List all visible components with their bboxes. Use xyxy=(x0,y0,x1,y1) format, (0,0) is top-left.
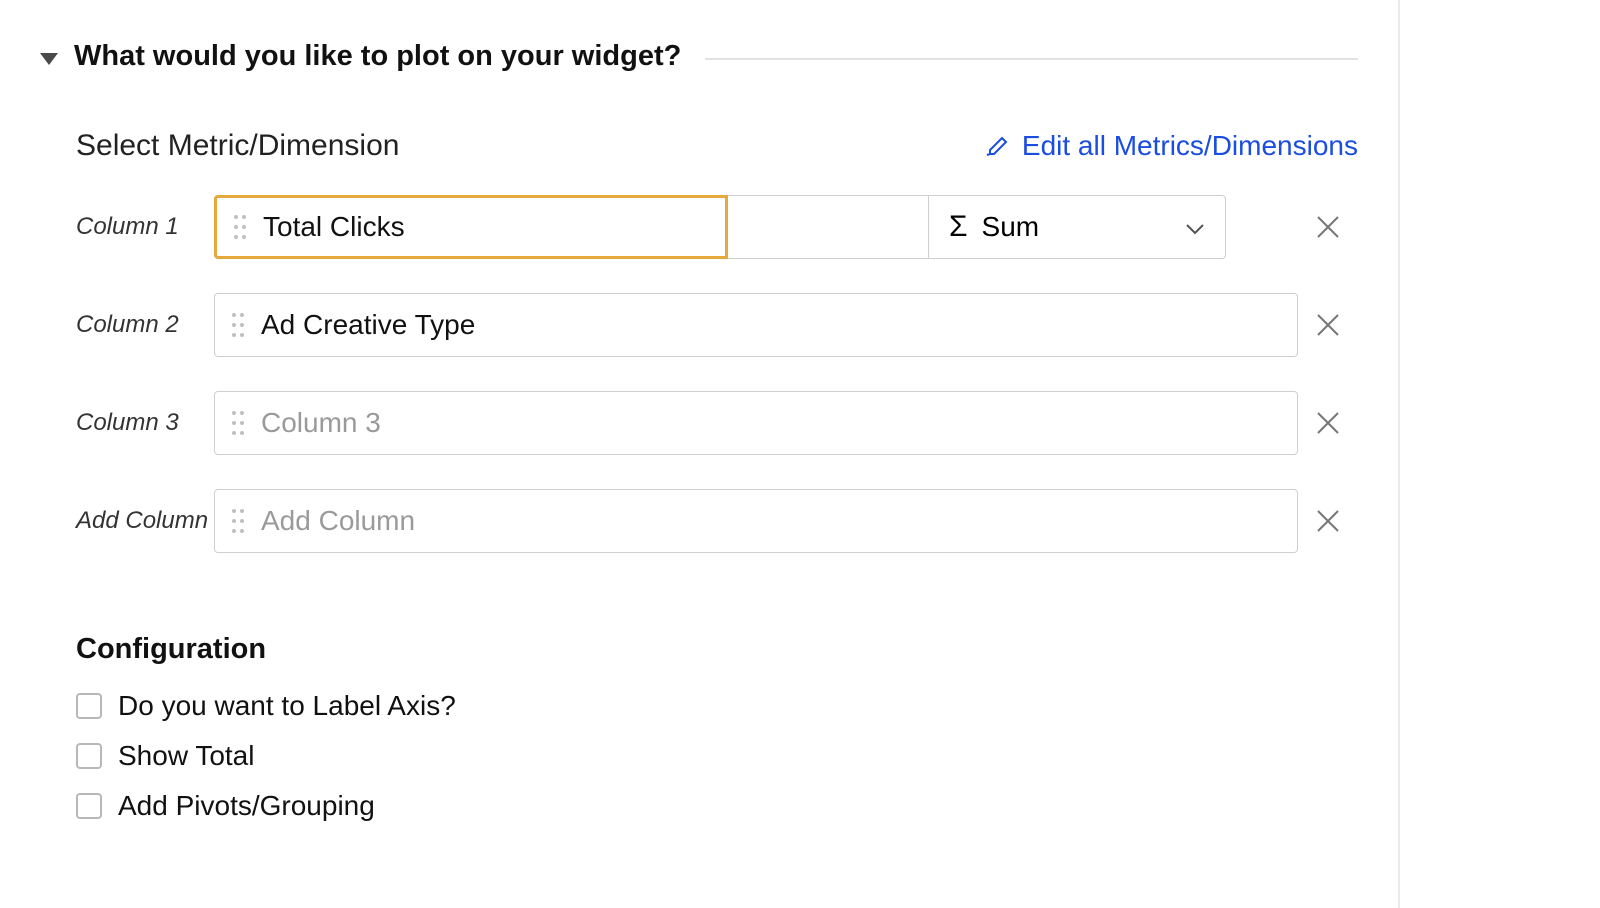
config-option-label-axis[interactable]: Do you want to Label Axis? xyxy=(76,690,1358,722)
configuration-title: Configuration xyxy=(76,633,1358,666)
checkbox-pivots-text: Add Pivots/Grouping xyxy=(118,790,375,822)
checkbox-pivots[interactable] xyxy=(76,793,102,819)
remove-add-column-button[interactable] xyxy=(1298,507,1358,535)
column-2-metric-input[interactable]: Ad Creative Type xyxy=(214,293,1298,357)
drag-handle-icon[interactable] xyxy=(231,409,245,437)
section-title: What would you like to plot on your widg… xyxy=(74,40,681,73)
checkbox-show-total-text: Show Total xyxy=(118,740,254,772)
column-2-value: Ad Creative Type xyxy=(261,309,475,341)
drag-handle-icon[interactable] xyxy=(231,507,245,535)
column-row-1: Column 1 Total Clicks Σ xyxy=(76,195,1358,259)
subhead-label: Select Metric/Dimension xyxy=(76,129,399,163)
checkbox-label-axis-text: Do you want to Label Axis? xyxy=(118,690,456,722)
configuration-section: Configuration Do you want to Label Axis?… xyxy=(40,633,1358,822)
collapse-triangle-icon[interactable] xyxy=(40,53,58,65)
add-column-placeholder: Add Column xyxy=(261,505,415,537)
section-divider xyxy=(705,58,1358,60)
column-1-aggregation-select[interactable]: Σ Sum xyxy=(928,195,1226,259)
pencil-icon xyxy=(986,134,1010,158)
column-3-placeholder: Column 3 xyxy=(261,407,381,439)
config-option-show-total[interactable]: Show Total xyxy=(76,740,1358,772)
remove-column-2-button[interactable] xyxy=(1298,311,1358,339)
drag-handle-icon[interactable] xyxy=(231,311,245,339)
column-row-3: Column 3 Column 3 xyxy=(76,391,1358,455)
drag-handle-icon[interactable] xyxy=(233,213,247,241)
checkbox-show-total[interactable] xyxy=(76,743,102,769)
column-1-value: Total Clicks xyxy=(263,211,405,243)
column-2-label: Column 2 xyxy=(76,311,214,339)
remove-column-3-button[interactable] xyxy=(1298,409,1358,437)
checkbox-label-axis[interactable] xyxy=(76,693,102,719)
column-1-gap xyxy=(728,195,928,259)
column-3-label: Column 3 xyxy=(76,409,214,437)
column-1-label: Column 1 xyxy=(76,213,214,241)
add-column-label: Add Column xyxy=(76,507,214,535)
remove-column-1-button[interactable] xyxy=(1298,213,1358,241)
column-1-metric-input[interactable]: Total Clicks xyxy=(214,195,728,259)
section-header[interactable]: What would you like to plot on your widg… xyxy=(40,40,1358,73)
add-column-input[interactable]: Add Column xyxy=(214,489,1298,553)
chevron-down-icon xyxy=(1185,211,1205,243)
column-rows: Column 1 Total Clicks Σ xyxy=(40,195,1358,553)
edit-all-metrics-text: Edit all Metrics/Dimensions xyxy=(1022,130,1358,162)
sigma-icon: Σ xyxy=(949,210,968,244)
subhead-row: Select Metric/Dimension Edit all Metrics… xyxy=(40,129,1358,163)
column-3-metric-input[interactable]: Column 3 xyxy=(214,391,1298,455)
config-option-pivots[interactable]: Add Pivots/Grouping xyxy=(76,790,1358,822)
column-row-2: Column 2 Ad Creative Type xyxy=(76,293,1358,357)
edit-all-metrics-link[interactable]: Edit all Metrics/Dimensions xyxy=(986,130,1358,162)
column-row-add: Add Column Add Column xyxy=(76,489,1358,553)
aggregation-label: Sum xyxy=(982,211,1040,243)
